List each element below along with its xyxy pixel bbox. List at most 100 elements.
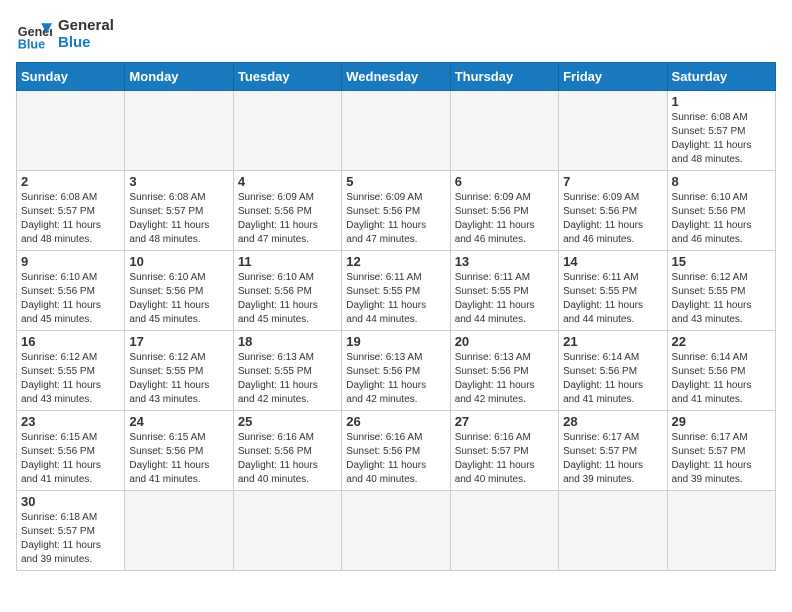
day-info: Sunrise: 6:08 AMSunset: 5:57 PMDaylight:…: [21, 191, 120, 247]
logo: General Blue GeneralBlue: [16, 16, 114, 52]
day-info: Sunrise: 6:14 AMSunset: 5:56 PMDaylight:…: [563, 351, 662, 407]
day-info: Sunrise: 6:14 AMSunset: 5:56 PMDaylight:…: [672, 351, 771, 407]
day-number: 20: [455, 334, 554, 349]
day-number: 30: [21, 494, 120, 509]
day-info: Sunrise: 6:15 AMSunset: 5:56 PMDaylight:…: [129, 431, 228, 487]
day-info: Sunrise: 6:10 AMSunset: 5:56 PMDaylight:…: [238, 271, 337, 327]
calendar-cell: [17, 91, 125, 171]
day-info: Sunrise: 6:09 AMSunset: 5:56 PMDaylight:…: [563, 191, 662, 247]
calendar-week-6: 30 Sunrise: 6:18 AMSunset: 5:57 PMDayligh…: [17, 491, 776, 571]
day-info: Sunrise: 6:18 AMSunset: 5:57 PMDaylight:…: [21, 511, 120, 567]
calendar-cell: [125, 491, 233, 571]
calendar-cell: [450, 491, 558, 571]
day-info: Sunrise: 6:17 AMSunset: 5:57 PMDaylight:…: [563, 431, 662, 487]
calendar-cell: [342, 491, 450, 571]
day-number: 23: [21, 414, 120, 429]
calendar-cell: 30 Sunrise: 6:18 AMSunset: 5:57 PMDayligh…: [17, 491, 125, 571]
day-number: 18: [238, 334, 337, 349]
day-info: Sunrise: 6:13 AMSunset: 5:55 PMDaylight:…: [238, 351, 337, 407]
calendar-cell: 23 Sunrise: 6:15 AMSunset: 5:56 PMDayligh…: [17, 411, 125, 491]
day-number: 10: [129, 254, 228, 269]
day-info: Sunrise: 6:11 AMSunset: 5:55 PMDaylight:…: [563, 271, 662, 327]
day-info: Sunrise: 6:15 AMSunset: 5:56 PMDaylight:…: [21, 431, 120, 487]
day-info: Sunrise: 6:16 AMSunset: 5:57 PMDaylight:…: [455, 431, 554, 487]
day-number: 15: [672, 254, 771, 269]
day-info: Sunrise: 6:12 AMSunset: 5:55 PMDaylight:…: [21, 351, 120, 407]
day-number: 22: [672, 334, 771, 349]
calendar-cell: 8 Sunrise: 6:10 AMSunset: 5:56 PMDaylight…: [667, 171, 775, 251]
calendar-cell: 5 Sunrise: 6:09 AMSunset: 5:56 PMDaylight…: [342, 171, 450, 251]
day-info: Sunrise: 6:10 AMSunset: 5:56 PMDaylight:…: [129, 271, 228, 327]
day-info: Sunrise: 6:11 AMSunset: 5:55 PMDaylight:…: [455, 271, 554, 327]
calendar-cell: 14 Sunrise: 6:11 AMSunset: 5:55 PMDayligh…: [559, 251, 667, 331]
calendar-cell: 19Sunrise: 6:13 AMSunset: 5:56 PMDayligh…: [342, 331, 450, 411]
calendar-cell: [559, 491, 667, 571]
calendar-cell: 24 Sunrise: 6:15 AMSunset: 5:56 PMDayligh…: [125, 411, 233, 491]
calendar-cell: 20 Sunrise: 6:13 AMSunset: 5:56 PMDayligh…: [450, 331, 558, 411]
day-number: 17: [129, 334, 228, 349]
day-number: 1: [672, 94, 771, 109]
day-info: Sunrise: 6:09 AMSunset: 5:56 PMDaylight:…: [455, 191, 554, 247]
day-number: 11: [238, 254, 337, 269]
calendar-week-5: 23 Sunrise: 6:15 AMSunset: 5:56 PMDayligh…: [17, 411, 776, 491]
day-info: Sunrise: 6:10 AMSunset: 5:56 PMDaylight:…: [21, 271, 120, 327]
day-number: 28: [563, 414, 662, 429]
calendar-header-row: SundayMondayTuesdayWednesdayThursdayFrid…: [17, 63, 776, 91]
calendar-cell: [233, 491, 341, 571]
day-number: 21: [563, 334, 662, 349]
day-info: Sunrise: 6:13 AMSunset: 5:56 PMDaylight:…: [455, 351, 554, 407]
day-info: Sunrise: 6:11 AMSunset: 5:55 PMDaylight:…: [346, 271, 445, 327]
calendar-cell: 29 Sunrise: 6:17 AMSunset: 5:57 PMDayligh…: [667, 411, 775, 491]
day-info: Sunrise: 6:09 AMSunset: 5:56 PMDaylight:…: [238, 191, 337, 247]
day-info: Sunrise: 6:13 AMSunset: 5:56 PMDaylight:…: [346, 351, 445, 407]
col-header-thursday: Thursday: [450, 63, 558, 91]
day-info: Sunrise: 6:17 AMSunset: 5:57 PMDaylight:…: [672, 431, 771, 487]
calendar-cell: 15 Sunrise: 6:12 AMSunset: 5:55 PMDayligh…: [667, 251, 775, 331]
day-number: 2: [21, 174, 120, 189]
col-header-tuesday: Tuesday: [233, 63, 341, 91]
calendar-week-4: 16 Sunrise: 6:12 AMSunset: 5:55 PMDayligh…: [17, 331, 776, 411]
day-number: 7: [563, 174, 662, 189]
calendar-cell: 25Sunrise: 6:16 AMSunset: 5:56 PMDayligh…: [233, 411, 341, 491]
col-header-wednesday: Wednesday: [342, 63, 450, 91]
day-number: 26: [346, 414, 445, 429]
calendar-week-1: 1 Sunrise: 6:08 AMSunset: 5:57 PMDaylight…: [17, 91, 776, 171]
day-number: 6: [455, 174, 554, 189]
calendar-cell: 28 Sunrise: 6:17 AMSunset: 5:57 PMDayligh…: [559, 411, 667, 491]
calendar-week-3: 9 Sunrise: 6:10 AMSunset: 5:56 PMDaylight…: [17, 251, 776, 331]
day-info: Sunrise: 6:08 AMSunset: 5:57 PMDaylight:…: [129, 191, 228, 247]
day-number: 29: [672, 414, 771, 429]
day-number: 13: [455, 254, 554, 269]
day-number: 8: [672, 174, 771, 189]
day-info: Sunrise: 6:12 AMSunset: 5:55 PMDaylight:…: [672, 271, 771, 327]
day-number: 12: [346, 254, 445, 269]
calendar-cell: [667, 491, 775, 571]
day-number: 5: [346, 174, 445, 189]
day-number: 14: [563, 254, 662, 269]
calendar-cell: 18 Sunrise: 6:13 AMSunset: 5:55 PMDayligh…: [233, 331, 341, 411]
day-number: 9: [21, 254, 120, 269]
day-number: 16: [21, 334, 120, 349]
day-number: 27: [455, 414, 554, 429]
day-number: 24: [129, 414, 228, 429]
col-header-saturday: Saturday: [667, 63, 775, 91]
day-info: Sunrise: 6:10 AMSunset: 5:56 PMDaylight:…: [672, 191, 771, 247]
calendar-cell: 27 Sunrise: 6:16 AMSunset: 5:57 PMDayligh…: [450, 411, 558, 491]
logo-icon: General Blue: [16, 16, 52, 52]
calendar-week-2: 2 Sunrise: 6:08 AMSunset: 5:57 PMDaylight…: [17, 171, 776, 251]
day-number: 4: [238, 174, 337, 189]
calendar-cell: 13 Sunrise: 6:11 AMSunset: 5:55 PMDayligh…: [450, 251, 558, 331]
col-header-monday: Monday: [125, 63, 233, 91]
day-info: Sunrise: 6:09 AMSunset: 5:56 PMDaylight:…: [346, 191, 445, 247]
day-info: Sunrise: 6:16 AMSunset: 5:56 PMDaylight:…: [238, 431, 337, 487]
calendar-cell: 17Sunrise: 6:12 AMSunset: 5:55 PMDayligh…: [125, 331, 233, 411]
calendar-cell: [342, 91, 450, 171]
calendar-cell: 3 Sunrise: 6:08 AMSunset: 5:57 PMDaylight…: [125, 171, 233, 251]
calendar-cell: [450, 91, 558, 171]
day-number: 3: [129, 174, 228, 189]
day-info: Sunrise: 6:08 AMSunset: 5:57 PMDaylight:…: [672, 111, 771, 167]
calendar-cell: 1 Sunrise: 6:08 AMSunset: 5:57 PMDaylight…: [667, 91, 775, 171]
calendar-cell: 11 Sunrise: 6:10 AMSunset: 5:56 PMDayligh…: [233, 251, 341, 331]
calendar-cell: 7 Sunrise: 6:09 AMSunset: 5:56 PMDaylight…: [559, 171, 667, 251]
calendar-table: SundayMondayTuesdayWednesdayThursdayFrid…: [16, 62, 776, 571]
